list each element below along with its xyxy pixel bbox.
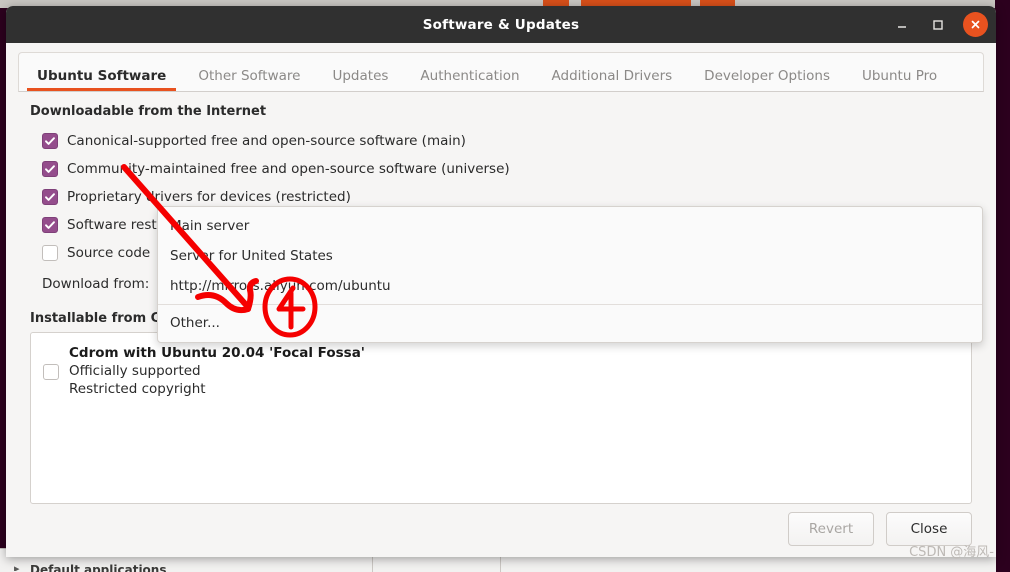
minimize-icon[interactable] [891,14,913,36]
tab-label: Ubuntu Pro [861,67,938,84]
revert-button[interactable]: Revert [788,512,874,546]
desktop-right-edge [996,0,1010,572]
tab-label: Ubuntu Software [37,67,167,84]
download-from-label: Download from: [42,276,150,292]
window-title: Software & Updates [422,16,580,33]
tab-label: Authentication [420,67,520,84]
dropdown-item-server-us[interactable]: Server for United States [158,241,982,271]
background-panel-item-label: Default applications [30,563,167,572]
tab-label: Additional Drivers [551,67,673,84]
checkbox-universe[interactable] [42,161,58,177]
checkbox-row-main[interactable]: Canonical-supported free and open-source… [30,127,972,155]
checkbox-label-main: Canonical-supported free and open-source… [67,133,466,149]
dropdown-separator [158,304,982,305]
window-controls [891,6,988,43]
background-panel-arrow-icon: ▸ [14,562,20,571]
tab-ubuntu-pro[interactable]: Ubuntu Pro [846,67,953,92]
dropdown-item-other[interactable]: Other... [158,308,982,338]
tab-developer-options[interactable]: Developer Options [688,67,846,92]
download-server-dropdown-menu[interactable]: Main server Server for United States htt… [157,206,983,343]
tab-ubuntu-software[interactable]: Ubuntu Software [21,67,182,92]
maximize-icon[interactable] [927,14,949,36]
checkbox-label-restricted: Proprietary drivers for devices (restric… [67,189,351,205]
checkbox-label-source-code: Source code [67,245,151,261]
downloadable-section-title: Downloadable from the Internet [30,104,267,119]
tab-bar: Ubuntu Software Other Software Updates A… [18,52,984,92]
checkbox-row-universe[interactable]: Community-maintained free and open-sourc… [30,155,972,183]
tab-updates[interactable]: Updates [316,67,404,92]
window-footer: Revert Close [6,501,996,557]
cdrom-item-support: Officially supported [69,362,201,379]
checkbox-restricted[interactable] [42,189,58,205]
dropdown-item-main-server[interactable]: Main server [158,211,982,241]
tab-additional-drivers[interactable]: Additional Drivers [536,67,689,92]
dropdown-item-mirrors-aliyun[interactable]: http://mirrors.aliyun.com/ubuntu [158,271,982,301]
cdrom-source-list[interactable]: Cdrom with Ubuntu 20.04 'Focal Fossa' Of… [30,332,972,504]
list-item[interactable]: Cdrom with Ubuntu 20.04 'Focal Fossa' Of… [31,341,971,402]
tab-authentication[interactable]: Authentication [404,67,535,92]
window-titlebar: Software & Updates [6,6,996,43]
checkbox-main[interactable] [42,133,58,149]
tab-label: Other Software [198,67,301,84]
tab-label: Developer Options [704,67,830,84]
cdrom-item-text: Cdrom with Ubuntu 20.04 'Focal Fossa' Of… [69,345,365,398]
cdrom-item-copyright: Restricted copyright [69,380,206,397]
checkbox-multiverse[interactable] [42,217,58,233]
tab-other-software[interactable]: Other Software [182,67,316,92]
watermark: CSDN @海风- [909,545,994,560]
checkbox-cdrom[interactable] [43,363,59,380]
cdrom-item-title: Cdrom with Ubuntu 20.04 'Focal Fossa' [69,345,365,361]
close-icon[interactable] [963,12,988,37]
tab-label: Updates [332,67,389,84]
checkbox-label-universe: Community-maintained free and open-sourc… [67,161,510,177]
checkbox-source-code[interactable] [42,245,58,261]
